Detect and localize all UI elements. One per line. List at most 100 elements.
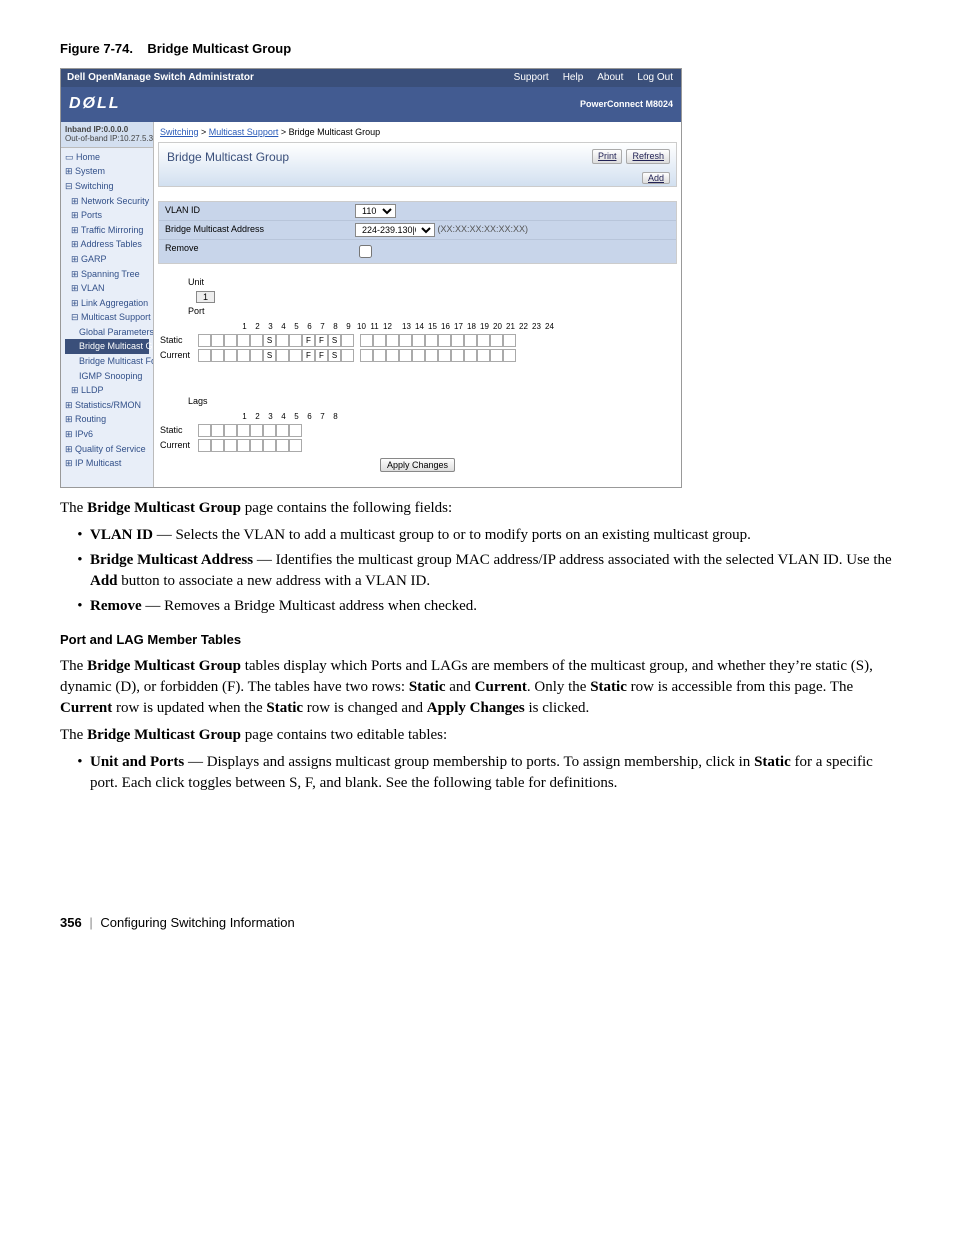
remove-checkbox[interactable]	[359, 245, 372, 258]
support-link[interactable]: Support	[514, 71, 549, 85]
static-row-label: Static	[160, 424, 198, 437]
vlan-id-select[interactable]: 110	[355, 204, 396, 218]
static-row-label: Static	[160, 334, 198, 347]
port-cell	[464, 349, 477, 362]
port-cell	[425, 349, 438, 362]
inband-ip-value: 0.0.0.0	[104, 125, 128, 134]
port-cell[interactable]	[211, 424, 224, 437]
nav-system[interactable]: ⊞ System	[65, 164, 149, 179]
port-cell: F	[302, 349, 315, 362]
port-cell[interactable]: F	[302, 334, 315, 347]
add-button[interactable]: Add	[642, 172, 670, 184]
port-cell[interactable]	[412, 334, 425, 347]
port-cell[interactable]	[237, 334, 250, 347]
dell-logo: DØLL	[69, 93, 121, 115]
port-cell[interactable]: S	[263, 334, 276, 347]
port-cell[interactable]	[250, 424, 263, 437]
figure-caption-title: Bridge Multicast Group	[147, 41, 291, 56]
port-cell[interactable]	[276, 424, 289, 437]
port-cell[interactable]	[425, 334, 438, 347]
port-cell	[412, 349, 425, 362]
page-header: Bridge Multicast Group Print Refresh Add	[158, 142, 677, 187]
apply-changes-button[interactable]: Apply Changes	[380, 458, 455, 472]
bridge-multicast-address-label: Bridge Multicast Address	[165, 223, 355, 237]
breadcrumb-switching[interactable]: Switching	[160, 127, 199, 137]
port-cell[interactable]	[360, 334, 373, 347]
nav-vlan[interactable]: ⊞ VLAN	[65, 281, 149, 296]
port-cell[interactable]	[399, 334, 412, 347]
nav-network-security[interactable]: ⊞ Network Security	[65, 194, 149, 209]
ip-info: Inband IP:0.0.0.0 Out-of-band IP:10.27.5…	[61, 122, 153, 148]
nav-spanning-tree[interactable]: ⊞ Spanning Tree	[65, 267, 149, 282]
port-cell[interactable]	[198, 334, 211, 347]
breadcrumb-multicast[interactable]: Multicast Support	[209, 127, 279, 137]
port-cell	[451, 349, 464, 362]
nav-link-aggregation[interactable]: ⊞ Link Aggregation	[65, 296, 149, 311]
port-cell[interactable]	[341, 334, 354, 347]
nav-qos[interactable]: ⊞ Quality of Service	[65, 442, 149, 457]
nav-igmp-snooping[interactable]: IGMP Snooping	[65, 369, 149, 384]
port-cell	[503, 349, 516, 362]
bridge-multicast-address-select[interactable]: 224-239.130|0.0.0 (s)	[355, 223, 435, 237]
section-heading: Port and LAG Member Tables	[60, 631, 894, 649]
port-cell[interactable]	[276, 334, 289, 347]
oob-ip-value: 10.27.5.31	[120, 134, 154, 143]
port-cell[interactable]	[386, 334, 399, 347]
page-number: 356	[60, 915, 82, 930]
port-cell[interactable]	[224, 424, 237, 437]
port-cell	[360, 349, 373, 362]
nav-traffic-mirroring[interactable]: ⊞ Traffic Mirroring	[65, 223, 149, 238]
help-link[interactable]: Help	[563, 71, 584, 85]
port-cell[interactable]	[289, 334, 302, 347]
port-cell[interactable]: F	[315, 334, 328, 347]
list-item: Bridge Multicast Address — Identifies th…	[90, 550, 894, 592]
port-cell	[276, 439, 289, 452]
nav-bridge-multicast-forward[interactable]: Bridge Multicast Forw	[65, 354, 149, 369]
nav-address-tables[interactable]: ⊞ Address Tables	[65, 237, 149, 252]
port-cell[interactable]	[263, 424, 276, 437]
nav-ipv6[interactable]: ⊞ IPv6	[65, 427, 149, 442]
port-cell[interactable]	[198, 424, 211, 437]
port-cell[interactable]	[250, 334, 263, 347]
unit-selector[interactable]: 1	[196, 291, 215, 303]
port-cell[interactable]	[464, 334, 477, 347]
nav-statistics-rmon[interactable]: ⊞ Statistics/RMON	[65, 398, 149, 413]
port-cell	[263, 439, 276, 452]
nav-garp[interactable]: ⊞ GARP	[65, 252, 149, 267]
port-cell	[237, 439, 250, 452]
port-cell[interactable]	[438, 334, 451, 347]
port-cell[interactable]	[289, 424, 302, 437]
paragraph-intro: The Bridge Multicast Group page contains…	[60, 498, 894, 519]
port-cell[interactable]	[373, 334, 386, 347]
nav-switching[interactable]: ⊟ Switching	[65, 179, 149, 194]
port-cell	[289, 349, 302, 362]
refresh-button[interactable]: Refresh	[626, 149, 670, 164]
port-cell	[198, 439, 211, 452]
lags-label: Lags	[188, 393, 675, 410]
nav-lldp[interactable]: ⊞ LLDP	[65, 383, 149, 398]
product-model: PowerConnect M8024	[580, 98, 673, 111]
nav-ports[interactable]: ⊞ Ports	[65, 208, 149, 223]
port-cell[interactable]: S	[328, 334, 341, 347]
port-cell[interactable]	[503, 334, 516, 347]
port-cell[interactable]	[224, 334, 237, 347]
port-cell[interactable]	[490, 334, 503, 347]
port-cell[interactable]	[237, 424, 250, 437]
nav-bridge-multicast-group[interactable]: Bridge Multicast Grou	[65, 339, 149, 354]
port-cell	[490, 349, 503, 362]
print-button[interactable]: Print	[592, 149, 623, 164]
port-cell[interactable]	[451, 334, 464, 347]
port-cell[interactable]	[211, 334, 224, 347]
about-link[interactable]: About	[597, 71, 623, 85]
logout-link[interactable]: Log Out	[637, 71, 673, 85]
port-cell[interactable]	[477, 334, 490, 347]
sidebar: Inband IP:0.0.0.0 Out-of-band IP:10.27.5…	[61, 122, 154, 488]
nav-multicast-support[interactable]: ⊟ Multicast Support	[65, 310, 149, 325]
table-list: Unit and Ports — Displays and assigns mu…	[60, 752, 894, 794]
page-title: Bridge Multicast Group	[167, 150, 289, 164]
port-cell	[198, 349, 211, 362]
nav-home[interactable]: ▭ Home	[65, 150, 149, 165]
nav-global-parameters[interactable]: Global Parameters	[65, 325, 149, 340]
nav-ip-multicast[interactable]: ⊞ IP Multicast	[65, 456, 149, 471]
nav-routing[interactable]: ⊞ Routing	[65, 412, 149, 427]
